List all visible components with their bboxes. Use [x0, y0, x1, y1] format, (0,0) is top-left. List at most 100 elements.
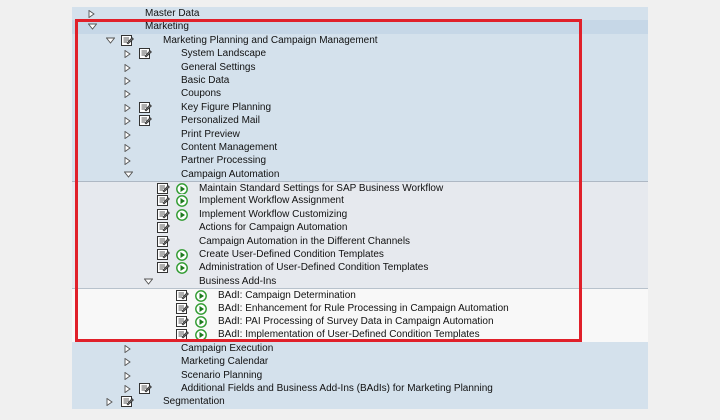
execute-icon[interactable] [176, 262, 189, 275]
tree-node[interactable]: Content Management [72, 140, 648, 155]
tree-node[interactable]: Partner Processing [72, 154, 648, 168]
documentation-icon[interactable] [157, 262, 170, 274]
collapse-arrow-icon[interactable] [124, 369, 134, 382]
documentation-icon[interactable] [139, 48, 152, 60]
tree-node[interactable]: Marketing [72, 20, 648, 34]
execute-icon[interactable] [176, 208, 189, 221]
tree-node[interactable]: Business Add-Ins [72, 274, 648, 289]
collapse-arrow-icon[interactable] [124, 382, 134, 395]
documentation-icon[interactable] [139, 382, 152, 394]
collapse-arrow-icon[interactable] [124, 101, 134, 114]
collapse-arrow-icon[interactable] [124, 154, 134, 167]
execute-icon[interactable] [176, 183, 189, 195]
documentation-icon[interactable] [139, 101, 152, 113]
execute-icon[interactable] [195, 329, 208, 342]
tree-node[interactable]: Coupons [72, 87, 648, 101]
tree-node[interactable]: Campaign Automation in the Different Cha… [72, 234, 648, 249]
documentation-icon[interactable] [121, 34, 134, 46]
tree-node-label: Content Management [181, 141, 278, 153]
tree-node[interactable]: Implement Workflow Assignment [72, 194, 648, 208]
collapse-arrow-icon[interactable] [124, 141, 134, 154]
tree-node-label: BAdI: Enhancement for Rule Processing in… [218, 302, 509, 314]
execute-icon[interactable] [176, 249, 189, 261]
tree-node-label: Campaign Automation [181, 168, 280, 180]
execute-icon[interactable] [195, 290, 208, 303]
img-tree: Master Data Marketing Marketing Planning a… [72, 7, 648, 409]
tree-node-label: Basic Data [181, 74, 230, 86]
tree-node-label: Marketing Planning and Campaign Manageme… [163, 34, 378, 46]
documentation-icon[interactable] [176, 290, 189, 302]
tree-node-label: Campaign Execution [181, 342, 274, 354]
documentation-icon[interactable] [157, 235, 170, 247]
tree-node[interactable]: Create User-Defined Condition Templates [72, 248, 648, 262]
tree-node[interactable]: Actions for Campaign Automation [72, 221, 648, 235]
tree-node-label: Maintain Standard Settings for SAP Busin… [199, 183, 444, 195]
collapse-arrow-icon[interactable] [124, 355, 134, 368]
tree-node-label: Master Data [145, 8, 200, 19]
tree-node[interactable]: General Settings [72, 60, 648, 74]
collapse-arrow-icon[interactable] [106, 395, 116, 408]
tree-node[interactable]: BAdI: Enhancement for Rule Processing in… [72, 301, 648, 315]
expand-arrow-icon[interactable] [144, 275, 154, 288]
documentation-icon[interactable] [121, 396, 134, 408]
tree-node[interactable]: Scenario Planning [72, 368, 648, 382]
tree-node[interactable]: Administration of User-Defined Condition… [72, 261, 648, 275]
tree-node[interactable]: Segmentation [72, 395, 648, 409]
collapse-arrow-icon[interactable] [124, 114, 134, 127]
tree-node-label: Print Preview [181, 128, 240, 140]
execute-icon[interactable] [195, 302, 208, 315]
expand-arrow-icon[interactable] [106, 34, 116, 47]
tree-node-label: Business Add-Ins [199, 275, 277, 287]
tree-node[interactable]: Implement Workflow Customizing [72, 207, 648, 222]
collapse-arrow-icon[interactable] [124, 74, 134, 87]
tree-node-label: Administration of User-Defined Condition… [199, 262, 429, 274]
documentation-icon[interactable] [157, 183, 170, 195]
tree-node[interactable]: BAdI: Campaign Determination [72, 288, 648, 303]
tree-node[interactable]: BAdI: PAI Processing of Survey Data in C… [72, 314, 648, 329]
tree-node-label: BAdI: Campaign Determination [218, 290, 356, 302]
expand-arrow-icon[interactable] [124, 168, 134, 181]
documentation-icon[interactable] [139, 115, 152, 127]
execute-icon[interactable] [176, 195, 189, 208]
documentation-icon[interactable] [176, 315, 189, 327]
tree-node[interactable]: Basic Data [72, 73, 648, 88]
tree-node[interactable]: Print Preview [72, 127, 648, 141]
tree-node[interactable]: Campaign Automation [72, 167, 648, 182]
tree-node[interactable]: System Landscape [72, 47, 648, 61]
documentation-icon[interactable] [157, 208, 170, 220]
tree-node-label: Segmentation [163, 396, 225, 408]
execute-icon[interactable] [195, 316, 208, 328]
tree-node-label: Additional Fields and Business Add-Ins (… [181, 382, 493, 394]
documentation-icon[interactable] [176, 302, 189, 314]
tree-node-label: BAdI: PAI Processing of Survey Data in C… [218, 315, 494, 327]
documentation-icon[interactable] [157, 249, 170, 261]
collapse-arrow-icon[interactable] [124, 47, 134, 60]
tree-node-label: Key Figure Planning [181, 101, 272, 113]
collapse-arrow-icon[interactable] [124, 342, 134, 355]
documentation-icon[interactable] [157, 195, 170, 207]
tree-node-label: Create User-Defined Condition Templates [199, 249, 384, 261]
documentation-icon[interactable] [157, 222, 170, 234]
collapse-arrow-icon[interactable] [124, 87, 134, 100]
collapse-arrow-icon[interactable] [88, 7, 98, 20]
tree-node-label: Marketing [145, 21, 189, 33]
tree-node[interactable]: Maintain Standard Settings for SAP Busin… [72, 181, 648, 195]
collapse-arrow-icon[interactable] [124, 128, 134, 141]
collapse-arrow-icon[interactable] [124, 61, 134, 74]
tree-node-label: Partner Processing [181, 155, 267, 167]
tree-node[interactable]: Additional Fields and Business Add-Ins (… [72, 381, 648, 396]
tree-node-label: Implement Workflow Assignment [199, 195, 344, 207]
tree-node[interactable]: Campaign Execution [72, 341, 648, 356]
documentation-icon[interactable] [176, 329, 189, 341]
tree-node[interactable]: Personalized Mail [72, 114, 648, 128]
tree-node-label: Scenario Planning [181, 369, 263, 381]
expand-arrow-icon[interactable] [88, 20, 98, 33]
tree-node[interactable]: BAdI: Implementation of User-Defined Con… [72, 328, 648, 342]
tree-node[interactable]: Marketing Planning and Campaign Manageme… [72, 33, 648, 48]
tree-node-label: BAdI: Implementation of User-Defined Con… [218, 329, 480, 341]
tree-node[interactable]: Master Data [72, 7, 648, 21]
tree-node[interactable]: Marketing Calendar [72, 355, 648, 369]
tree-node-label: Actions for Campaign Automation [199, 222, 348, 234]
tree-node[interactable]: Key Figure Planning [72, 100, 648, 115]
tree-node-label: Marketing Calendar [181, 356, 269, 368]
